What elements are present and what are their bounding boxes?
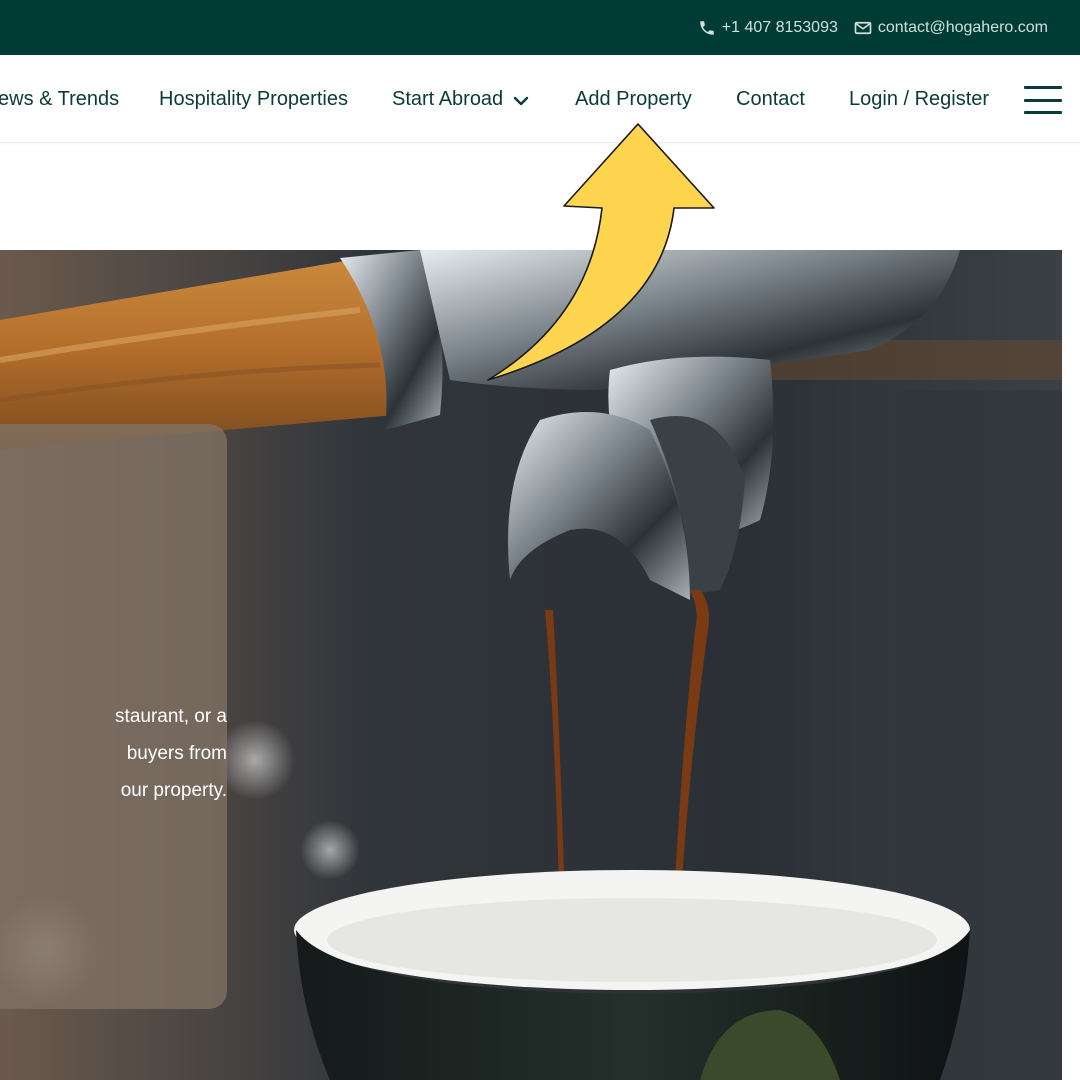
email-address: contact@hogahero.com xyxy=(877,18,1048,36)
hero-line-3: our property. xyxy=(120,780,227,801)
hamburger-line xyxy=(1024,86,1062,89)
hamburger-line xyxy=(1024,111,1062,114)
envelope-icon xyxy=(854,21,872,34)
nav-news-trends[interactable]: ews & Trends xyxy=(0,88,119,111)
nav-hospitality-properties[interactable]: Hospitality Properties xyxy=(159,88,348,111)
nav-start-abroad[interactable]: Start Abroad xyxy=(392,88,529,111)
nav-login-register-label: Login / Register xyxy=(849,88,990,110)
nav-hospitality-properties-label: Hospitality Properties xyxy=(159,88,348,110)
chevron-down-icon xyxy=(513,96,529,105)
phone-contact[interactable]: +1 407 8153093 xyxy=(698,19,838,37)
email-contact[interactable]: contact@hogahero.com xyxy=(854,19,1048,37)
hamburger-menu-icon[interactable] xyxy=(1024,86,1062,114)
hero-line-2: buyers from xyxy=(126,743,227,764)
phone-icon xyxy=(700,20,714,35)
hero-description: staurant, or a buyers from our property. xyxy=(0,698,227,809)
hero-line-1: staurant, or a xyxy=(115,706,227,727)
nav-login-register[interactable]: Login / Register xyxy=(849,88,989,111)
nav-add-property-label: Add Property xyxy=(575,88,692,110)
curved-arrow-icon xyxy=(487,123,715,381)
phone-number: +1 407 8153093 xyxy=(721,18,838,36)
hamburger-line xyxy=(1024,98,1062,102)
nav-contact[interactable]: Contact xyxy=(736,88,805,111)
top-contact-bar: +1 407 8153093 contact@hogahero.com xyxy=(0,0,1080,55)
hero-text-card: staurant, or a buyers from our property. xyxy=(0,424,227,1009)
nav-start-abroad-label: Start Abroad xyxy=(392,88,504,110)
nav-contact-label: Contact xyxy=(736,88,805,110)
nav-add-property[interactable]: Add Property xyxy=(575,88,692,111)
nav-news-trends-label: ews & Trends xyxy=(0,88,120,110)
